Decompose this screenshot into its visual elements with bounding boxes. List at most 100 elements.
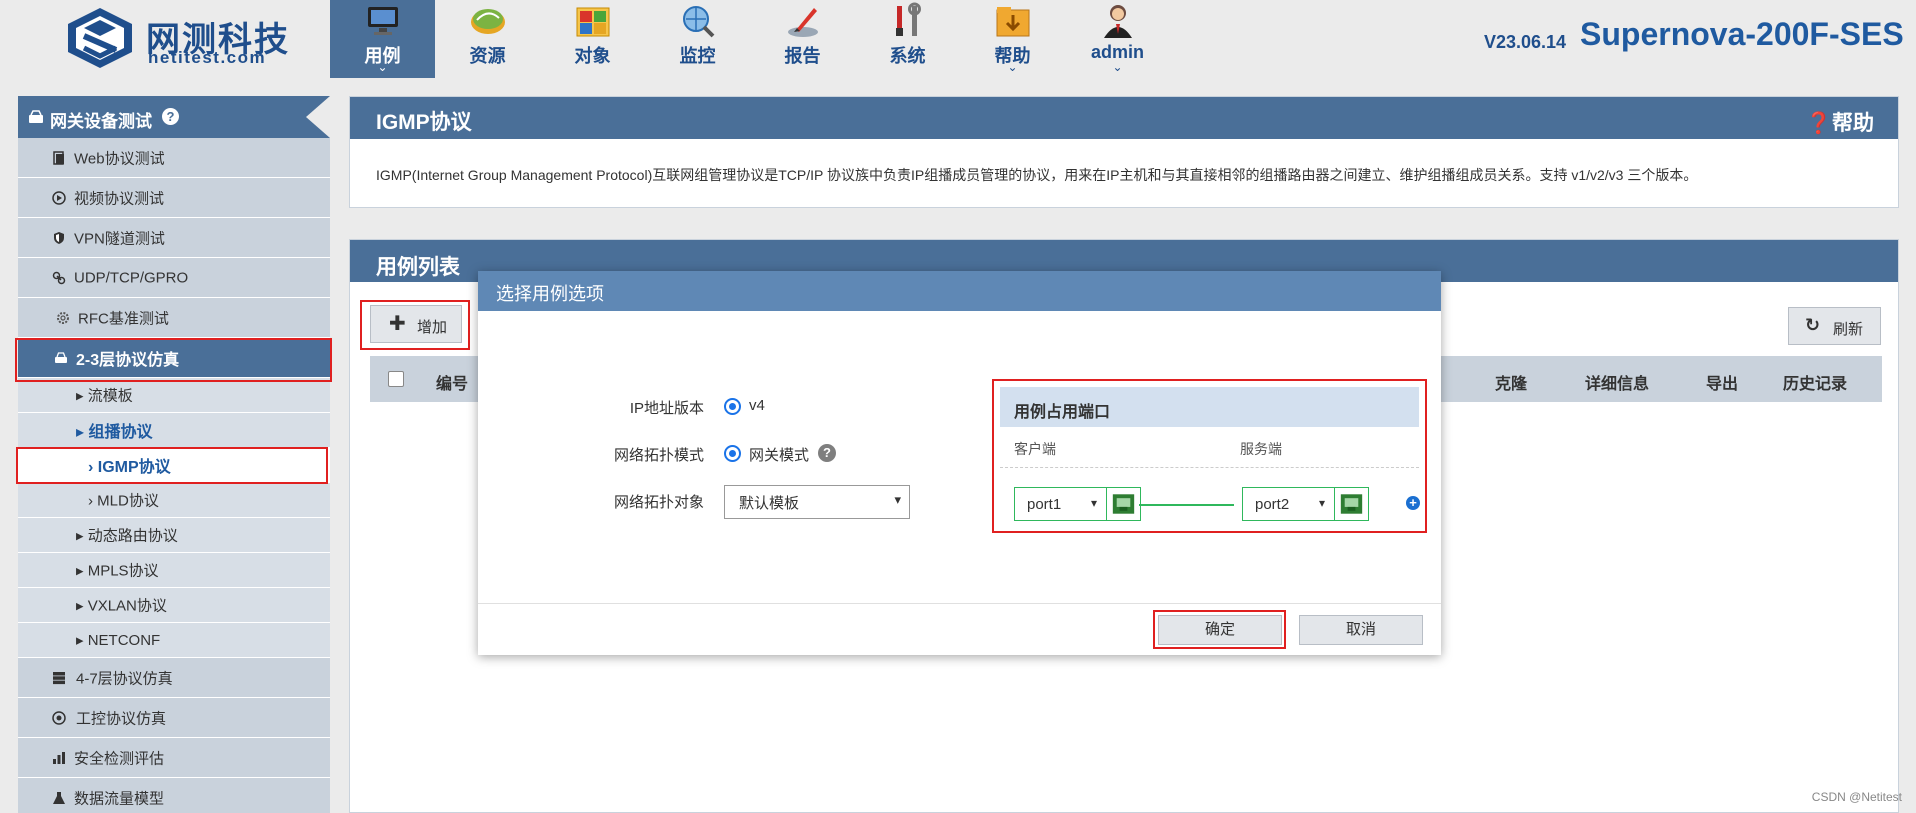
refresh-button[interactable]: ↻ 刷新 <box>1788 307 1881 345</box>
sidebar-item-traffic-model[interactable]: 数据流量模型 <box>18 778 330 813</box>
brand-logo[interactable]: 网测科技 netitest.com <box>64 4 324 72</box>
client-port-select[interactable]: port1 ▾ <box>1014 487 1141 521</box>
topology-object-select[interactable]: 默认模板 ▾ <box>724 485 910 519</box>
help-folder-icon <box>996 7 1030 37</box>
collapse-arrow-icon[interactable] <box>306 96 330 138</box>
drive-icon <box>55 351 67 363</box>
network-port-icon[interactable] <box>1334 488 1368 520</box>
column-header-clone[interactable]: 克隆 <box>1495 370 1527 394</box>
help-icon[interactable]: ? <box>162 108 179 125</box>
device-model-title: Supernova-200F-SES <box>1580 16 1904 52</box>
sidebar-item-label: UDP/TCP/GPRO <box>74 269 189 286</box>
nav-item-reports[interactable]: 报告 <box>750 0 855 78</box>
server-port-select[interactable]: port2 ▾ <box>1242 487 1369 521</box>
column-header-export[interactable]: 导出 <box>1706 370 1738 394</box>
topology-object-value: 默认模板 <box>739 495 800 512</box>
sidebar-item-label: › IGMP协议 <box>88 459 171 476</box>
main-nav: 用例 ⌄ 资源 对象 监控 报告 系统 帮助 ⌄ admin ⌄ <box>330 0 1170 78</box>
select-case-options-dialog: 选择用例选项 IP地址版本 v4 网络拓扑模式 网关模式 ? 网络拓扑对象 默认… <box>478 271 1441 655</box>
shield-icon <box>54 231 64 244</box>
chevron-down-icon: ▾ <box>1091 496 1098 510</box>
ports-panel-title: 用例占用端口 <box>1014 404 1111 421</box>
sidebar-item-label: 2-3层协议仿真 <box>76 351 180 369</box>
refresh-button-label: 刷新 <box>1833 321 1864 338</box>
sidebar-item-label: 4-7层协议仿真 <box>76 670 173 687</box>
nav-item-cases[interactable]: 用例 ⌄ <box>330 0 435 78</box>
chevron-down-icon: ▾ <box>1319 496 1326 510</box>
port-link-line <box>1139 504 1234 506</box>
sidebar-item-label: ▸ VXLAN协议 <box>76 597 167 615</box>
refresh-icon: ↻ <box>1805 315 1821 335</box>
sidebar-item-label: ▸ 流模板 <box>76 387 133 405</box>
sidebar-header: 网关设备测试 ? <box>18 96 330 138</box>
column-header-history[interactable]: 历史记录 <box>1783 370 1847 394</box>
nav-item-resources[interactable]: 资源 <box>435 0 540 78</box>
sidebar-item-video[interactable]: 视频协议测试 <box>18 178 330 218</box>
server-port-value: port2 <box>1255 496 1290 513</box>
sidebar-subitem-igmp[interactable]: › IGMP协议 <box>18 448 330 483</box>
sidebar-item-label: 工控协议仿真 <box>76 710 167 727</box>
sidebar-subitem-dynamic-routing[interactable]: ▸ 动态路由协议 <box>18 518 330 553</box>
play-circle-icon <box>52 190 66 205</box>
sidebar-item-l2-l3[interactable]: 2-3层协议仿真 <box>18 338 330 378</box>
plus-circle-icon[interactable]: + <box>1406 496 1420 510</box>
ip-version-v4-radio[interactable] <box>724 398 741 415</box>
nav-label: 报告 <box>784 46 821 66</box>
nav-item-user[interactable]: admin ⌄ <box>1065 0 1170 78</box>
protocol-description: IGMP(Internet Group Management Protocol)… <box>376 167 1698 183</box>
ip-version-value: v4 <box>749 397 765 414</box>
sidebar-item-vpn[interactable]: VPN隧道测试 <box>18 218 330 258</box>
sidebar-item-l4-l7[interactable]: 4-7层协议仿真 <box>18 658 330 698</box>
topology-mode-value: 网关模式 <box>749 447 810 464</box>
help-icon[interactable]: ? <box>818 444 836 462</box>
nav-label: 资源 <box>469 46 506 66</box>
sidebar-item-udp-tcp[interactable]: UDP/TCP/GPRO <box>18 258 330 298</box>
sidebar-item-industrial[interactable]: 工控协议仿真 <box>18 698 330 738</box>
sidebar-item-label: RFC基准测试 <box>78 310 169 327</box>
sidebar-subitem-netconf[interactable]: ▸ NETCONF <box>18 623 330 658</box>
nav-item-objects[interactable]: 对象 <box>540 0 645 78</box>
help-link[interactable]: ❓帮助 <box>1806 107 1874 137</box>
nav-label: 对象 <box>574 46 611 66</box>
watermark: CSDN @Netitest <box>1811 790 1902 804</box>
divider <box>1000 467 1419 468</box>
protocol-panel-header: IGMP协议 ❓帮助 <box>350 97 1898 139</box>
gateway-mode-radio[interactable] <box>724 445 741 462</box>
network-port-icon[interactable] <box>1106 488 1140 520</box>
chevron-down-icon: ⌄ <box>1112 60 1123 74</box>
sidebar-item-rfc[interactable]: RFC基准测试 <box>18 298 330 338</box>
sidebar-subitem-mpls[interactable]: ▸ MPLS协议 <box>18 553 330 588</box>
sidebar-subitem-multicast[interactable]: ▸ 组播协议 <box>18 413 330 448</box>
sidebar-item-label: Web协议测试 <box>74 150 165 167</box>
sidebar-item-label: 安全检测评估 <box>74 750 165 767</box>
page-title: IGMP协议 <box>376 111 472 134</box>
user-icon <box>1104 5 1132 38</box>
sidebar-item-security[interactable]: 安全检测评估 <box>18 738 330 778</box>
dialog-title: 选择用例选项 <box>496 284 604 304</box>
topology-object-label: 网络拓扑对象 <box>613 494 704 511</box>
confirm-button[interactable]: 确定 <box>1158 615 1282 645</box>
select-all-checkbox[interactable] <box>388 371 404 387</box>
report-quill-icon <box>788 8 818 37</box>
client-label: 客户端 <box>1014 441 1056 457</box>
topology-mode-label: 网络拓扑模式 <box>613 447 704 464</box>
sidebar-subitem-vxlan[interactable]: ▸ VXLAN协议 <box>18 588 330 623</box>
flask-icon <box>53 791 65 804</box>
object-blocks-icon <box>576 7 610 37</box>
sidebar-subitem-flow-template[interactable]: ▸ 流模板 <box>18 378 330 413</box>
nav-item-monitor[interactable]: 监控 <box>645 0 750 78</box>
nav-item-help[interactable]: 帮助 ⌄ <box>960 0 1065 78</box>
brand-name-en: netitest.com <box>148 48 267 67</box>
sidebar-subitem-mld[interactable]: › MLD协议 <box>18 483 330 518</box>
section-title: 用例列表 <box>376 256 460 279</box>
chevron-down-icon: ▾ <box>894 492 901 507</box>
sidebar: 网关设备测试 ? Web协议测试 视频协议测试 VPN隧道测试 UDP/TCP/… <box>18 96 330 813</box>
sidebar-item-label: › MLD协议 <box>88 492 159 510</box>
cancel-button[interactable]: 取消 <box>1299 615 1423 645</box>
nav-item-system[interactable]: 系统 <box>855 0 960 78</box>
column-header-id[interactable]: 编号 <box>436 370 468 394</box>
add-case-button[interactable]: ✚ 增加 <box>370 305 462 343</box>
column-header-details[interactable]: 详细信息 <box>1585 370 1649 394</box>
client-port-value: port1 <box>1027 496 1062 513</box>
sidebar-item-web[interactable]: Web协议测试 <box>18 138 330 178</box>
